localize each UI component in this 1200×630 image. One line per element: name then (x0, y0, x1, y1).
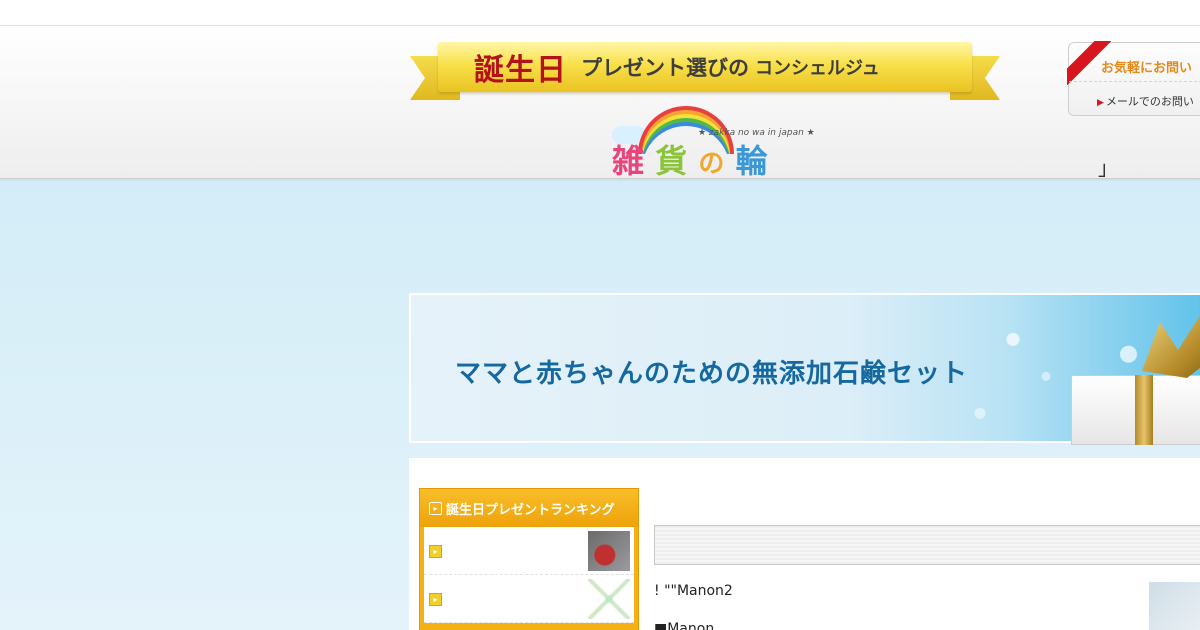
logo-char-3: の (698, 149, 725, 179)
logo-char-4: 輪 (735, 142, 768, 180)
main-content: ▸ 誕生日プレゼントランキング ▸ ▸ ! ""Manon2 ■Manon (409, 458, 1200, 630)
gift-box-icon (1063, 305, 1200, 445)
header-ribbon-banner: 誕生日 プレゼント選びの コンシェルジュ (410, 42, 1000, 104)
rank-marker-icon: ▸ (429, 545, 442, 558)
red-bag-thumbnail[interactable] (588, 531, 630, 571)
ranking-item[interactable]: ▸ (424, 575, 634, 623)
arrow-box-icon: ▸ (429, 501, 442, 515)
mail-inquiry-label: メールでのお問い (1105, 95, 1194, 108)
product-text-line-2: ■Manon (654, 621, 715, 630)
ranking-title: 誕生日プレゼントランキング (446, 502, 615, 518)
logo-wordmark: 雑 貨 の 輪 (612, 136, 767, 182)
section-heading-bar (654, 525, 1200, 565)
logo-char-2: 貨 (655, 142, 688, 180)
logo-char-1: 雑 (612, 142, 645, 180)
product-text-line-1: ! ""Manon2 (654, 583, 733, 599)
contact-box: お気軽にお問い ▶ メールでのお問い (1068, 42, 1200, 116)
ranking-header: ▸ 誕生日プレゼントランキング (420, 489, 638, 527)
triangle-right-icon: ▶ (1097, 98, 1104, 108)
star-ornament-thumbnail[interactable] (588, 579, 630, 619)
product-image-thumbnail[interactable] (1149, 582, 1200, 630)
ribbon-headline: 誕生日 (474, 53, 567, 88)
ribbon-band: 誕生日 プレゼント選びの コンシェルジュ (438, 42, 972, 92)
closing-bracket: 」 (1098, 156, 1118, 180)
site-logo-link[interactable]: ★ zakka no wa in japan ★ 雑 貨 の 輪 (608, 106, 818, 186)
ribbon-concierge: コンシェルジュ (755, 58, 880, 79)
top-bar (0, 0, 1200, 26)
ranking-sidebar: ▸ 誕生日プレゼントランキング ▸ ▸ (419, 488, 639, 630)
contact-divider (1069, 81, 1200, 82)
page-title-banner: ママと赤ちゃんのための無添加石鹸セット (409, 293, 1200, 445)
gift-box-strap (1135, 375, 1153, 445)
page-title: ママと赤ちゃんのための無添加石鹸セット (455, 359, 969, 389)
contact-title: お気軽にお問い (1101, 61, 1193, 76)
mail-inquiry-link[interactable]: ▶ メールでのお問い (1097, 93, 1194, 109)
rank-marker-icon: ▸ (429, 593, 442, 606)
ribbon-subheadline: プレゼント選びの (581, 56, 749, 80)
site-header: 誕生日 プレゼント選びの コンシェルジュ ★ zakka no wa in ja… (0, 26, 1200, 180)
ranking-item[interactable]: ▸ (424, 527, 634, 575)
